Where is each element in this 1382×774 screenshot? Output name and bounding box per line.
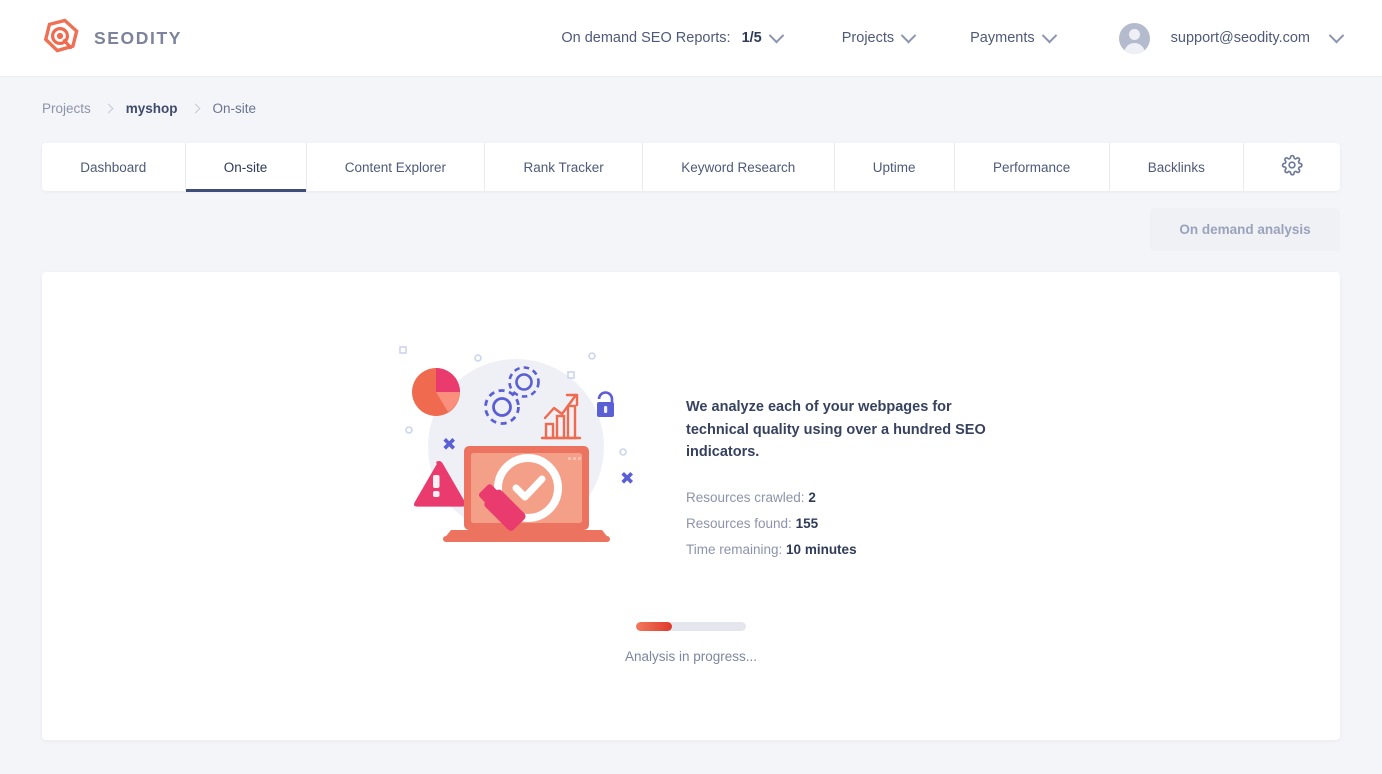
stat-resources-crawled-value: 2 [808,489,816,505]
breadcrumb-item-projects[interactable]: Projects [42,101,91,116]
analysis-card: We analyze each of your webpages for tec… [42,272,1340,740]
seo-reports-label: On demand SEO Reports: [561,30,731,46]
analysis-card-body: We analyze each of your webpages for tec… [42,346,1340,568]
tab-content-explorer[interactable]: Content Explorer [307,143,486,191]
stat-resources-crawled-label: Resources crawled: [686,489,805,505]
seo-audit-laptop-illustration [396,342,646,562]
stat-resources-found-value: 155 [795,515,819,531]
tab-performance[interactable]: Performance [955,143,1110,191]
user-account-menu[interactable]: support@seodity.com [1118,22,1345,54]
tab-keyword-research[interactable]: Keyword Research [643,143,835,191]
breadcrumb: Projects myshop On-site [42,101,256,116]
seo-reports-quota: 1/5 [741,30,762,46]
stat-time-remaining-label: Time remaining: [686,541,783,557]
projects-menu[interactable]: Projects [841,27,917,46]
stat-time-remaining: Time remaining: 10 minutes [686,542,986,557]
breadcrumb-item-myshop[interactable]: myshop [126,101,178,116]
breadcrumb-item-onsite: On-site [212,101,257,116]
chevron-down-icon [900,27,917,43]
stat-resources-found-label: Resources found: [686,515,792,531]
seodity-hex-magnifier-logo [42,18,80,58]
analysis-headline: We analyze each of your webpages for tec… [686,399,986,461]
settings-button[interactable] [1244,143,1340,191]
on-demand-analysis-button[interactable]: On demand analysis [1150,208,1340,251]
section-tabs: Dashboard On-site Content Explorer Rank … [42,143,1340,192]
header-nav: On demand SEO Reports: 1/5 Projects Paym… [561,22,1382,54]
analysis-progress: Analysis in progress... [42,622,1340,664]
tab-rank-tracker[interactable]: Rank Tracker [485,143,644,191]
progress-bar-fill [636,622,673,631]
tab-on-site[interactable]: On-site [185,143,307,192]
tab-backlinks[interactable]: Backlinks [1110,143,1245,191]
chevron-down-icon [1328,27,1345,43]
stat-resources-found: Resources found: 155 [686,516,986,531]
chevron-right-icon [103,103,114,114]
brand-name: SEODITY [94,27,183,48]
user-email-label: support@seodity.com [1170,30,1310,46]
chevron-down-icon [768,27,785,43]
tab-uptime[interactable]: Uptime [835,143,955,191]
chevron-right-icon [190,103,200,114]
app-header: SEODITY On demand SEO Reports: 1/5 Proje… [0,0,1382,77]
brand-logo[interactable]: SEODITY [42,18,182,58]
projects-label: Projects [841,30,895,46]
stat-resources-crawled: Resources crawled: 2 [686,490,986,505]
progress-status-label: Analysis in progress... [624,649,758,664]
analysis-info: We analyze each of your webpages for tec… [686,362,986,568]
tab-dashboard[interactable]: Dashboard [42,143,186,191]
chevron-down-icon [1041,27,1057,43]
stat-time-remaining-value: 10 minutes [786,541,857,557]
payments-label: Payments [970,30,1035,46]
progress-bar-track [636,622,746,631]
seo-reports-quota-menu[interactable]: On demand SEO Reports: 1/5 [561,27,785,46]
user-avatar-icon [1118,22,1150,54]
payments-menu[interactable]: Payments [970,27,1057,46]
gear-icon [1281,154,1303,181]
